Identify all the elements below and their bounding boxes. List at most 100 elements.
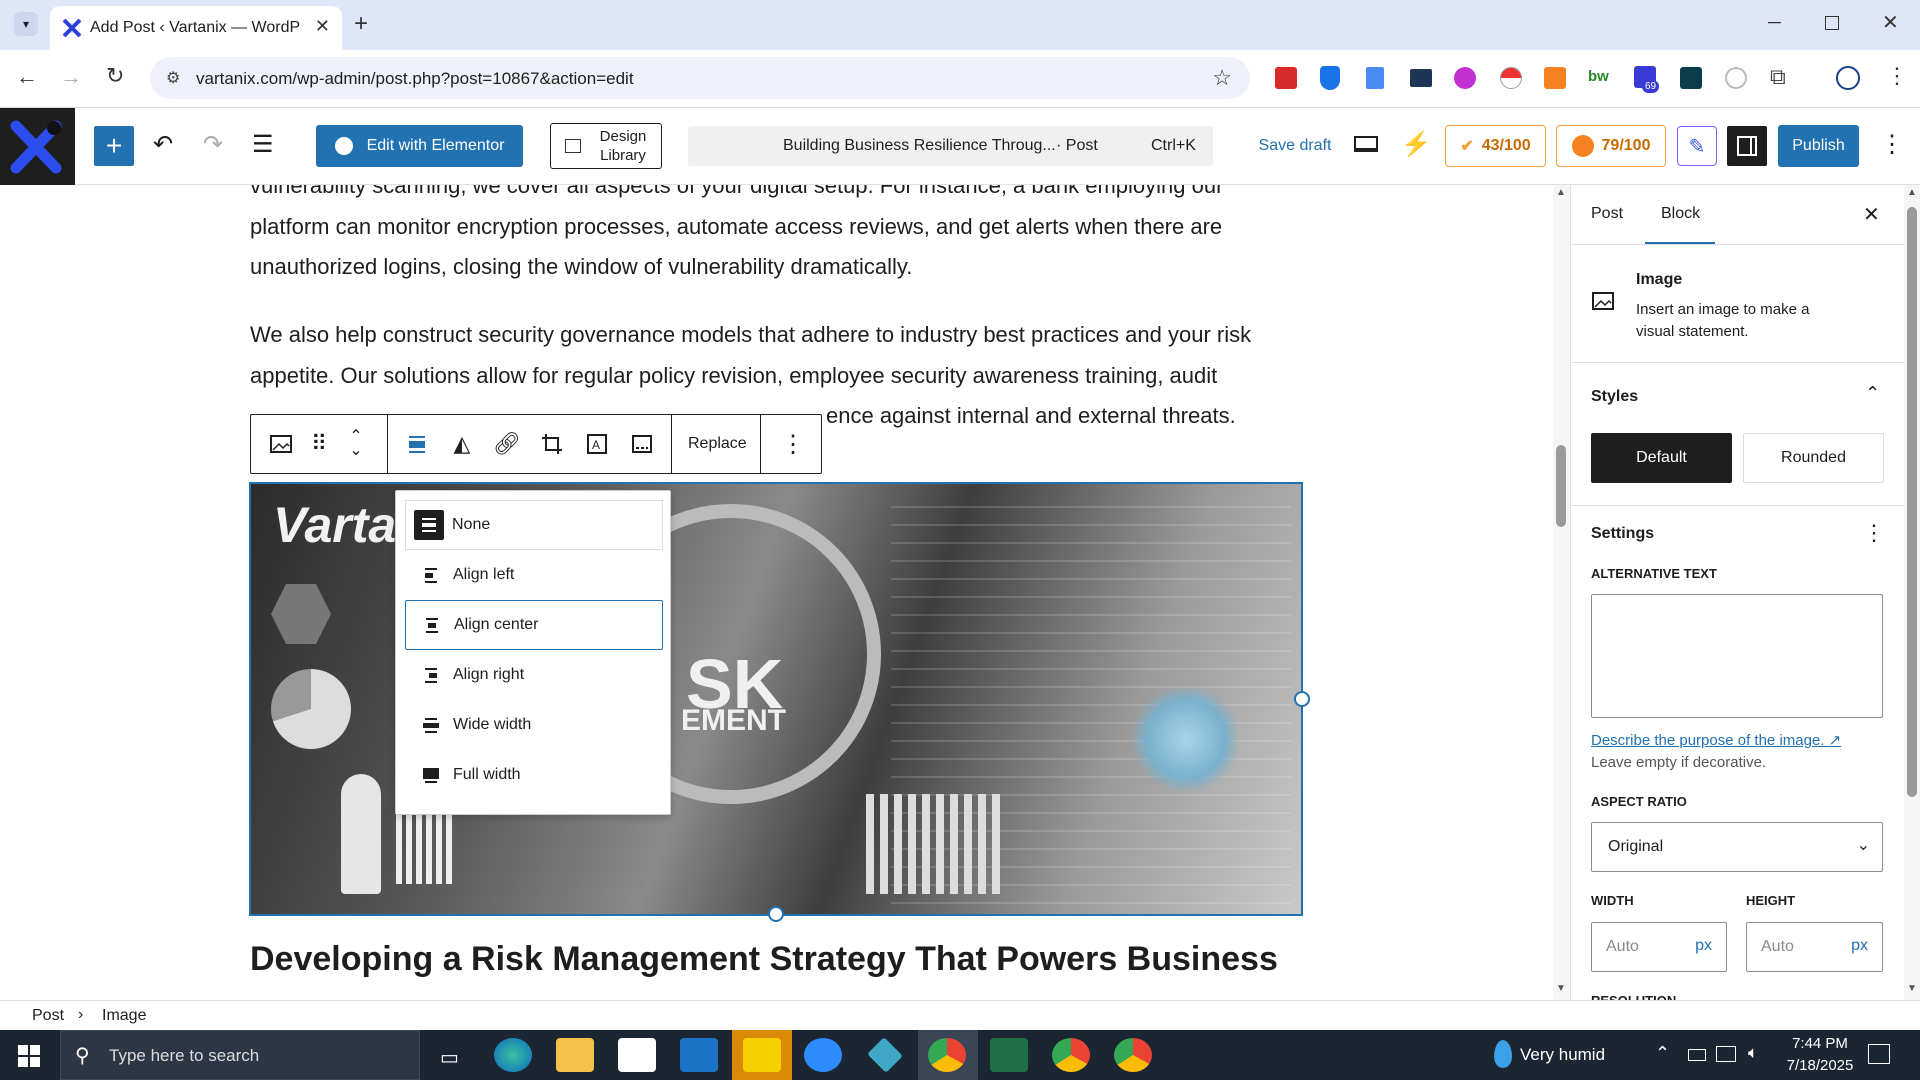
breadcrumb-post[interactable]: Post xyxy=(32,1007,64,1025)
paragraph-block[interactable]: vulnerability scanning, we cover all asp… xyxy=(250,185,1300,288)
redo-icon[interactable]: ↷ xyxy=(203,130,223,159)
undo-icon[interactable]: ↶ xyxy=(153,130,173,159)
browser-tab-active[interactable]: Add Post ‹ Vartanix — WordPre ✕ xyxy=(50,6,342,50)
mail-taskbar-icon[interactable] xyxy=(680,1038,718,1072)
preview-icon[interactable] xyxy=(1354,136,1378,152)
close-window-icon[interactable]: ✕ xyxy=(1882,10,1899,35)
battery-icon[interactable] xyxy=(1688,1049,1706,1061)
edit-with-elementor-button[interactable]: Edit with Elementor xyxy=(316,125,523,167)
chrome-taskbar-icon[interactable] xyxy=(928,1038,966,1072)
block-options-icon[interactable]: ⋮ xyxy=(781,430,805,459)
style-rounded-button[interactable]: Rounded xyxy=(1743,433,1884,483)
edge-taskbar-icon[interactable] xyxy=(494,1038,532,1072)
align-icon[interactable] xyxy=(403,430,431,458)
align-option-full[interactable]: Full width xyxy=(405,750,663,800)
reload-icon[interactable]: ↻ xyxy=(106,63,124,89)
compass-extension-icon[interactable] xyxy=(1725,67,1747,89)
align-option-wide[interactable]: Wide width xyxy=(405,700,663,750)
seo-score-button[interactable]: ✔ 43/100 xyxy=(1445,125,1546,167)
alt-text-input[interactable] xyxy=(1591,594,1883,718)
ai-wand-icon[interactable]: ✎ xyxy=(1677,126,1717,166)
clock-date[interactable]: 7/18/2025 xyxy=(1780,1057,1860,1074)
sidebar-scroll-down-icon[interactable]: ▼ xyxy=(1907,983,1917,994)
shield-extension-icon[interactable] xyxy=(1320,66,1340,90)
network-icon[interactable] xyxy=(1716,1046,1736,1062)
back-icon[interactable]: ← xyxy=(16,64,38,90)
tab-post[interactable]: Post xyxy=(1591,205,1623,223)
options-menu-icon[interactable]: ⋮ xyxy=(1880,130,1904,159)
forward-icon[interactable]: → xyxy=(60,64,82,90)
volume-icon[interactable]: 🔈︎ xyxy=(1748,1043,1758,1063)
readability-score-button[interactable]: 79/100 xyxy=(1556,125,1666,167)
save-draft-button[interactable]: Save draft xyxy=(1240,128,1350,164)
link-icon[interactable]: 🔗︎ xyxy=(493,430,521,458)
sidebar-scrollbar[interactable]: ▲ ▼ xyxy=(1904,185,1920,1000)
move-up-down-icon[interactable]: ⌃ ⌄ xyxy=(342,429,370,459)
design-library-button[interactable]: Design Library xyxy=(550,123,662,169)
close-sidebar-icon[interactable]: ✕ xyxy=(1863,202,1880,227)
resize-handle-right[interactable] xyxy=(1294,691,1310,707)
folder-extension-icon[interactable] xyxy=(1410,69,1432,87)
bw-extension-icon[interactable]: bw xyxy=(1588,68,1609,85)
excel-taskbar-icon[interactable] xyxy=(990,1038,1028,1072)
windows-start-icon[interactable] xyxy=(18,1045,40,1067)
vscode-like-taskbar-icon[interactable] xyxy=(867,1037,903,1073)
chevron-up-icon[interactable]: ⌃ xyxy=(1865,383,1880,404)
scroll-down-icon[interactable]: ▼ xyxy=(1556,983,1566,994)
align-option-center[interactable]: Align center xyxy=(405,600,663,650)
color-extension-icon[interactable] xyxy=(1454,67,1476,89)
file-explorer-taskbar-icon[interactable] xyxy=(556,1038,594,1072)
command-palette-button[interactable]: Building Business Resilience Throug... ·… xyxy=(688,126,1213,166)
tab-block[interactable]: Block xyxy=(1661,205,1700,223)
site-logo-icon[interactable] xyxy=(0,108,75,185)
resize-handle-bottom[interactable] xyxy=(768,906,784,922)
settings-options-icon[interactable]: ⋮ xyxy=(1863,520,1885,546)
width-input[interactable]: Auto px xyxy=(1591,922,1727,972)
scroll-up-icon[interactable]: ▲ xyxy=(1556,187,1566,198)
crop-icon[interactable] xyxy=(538,430,566,458)
bookmark-star-icon[interactable]: ☆ xyxy=(1212,65,1232,91)
scrollbar-thumb[interactable] xyxy=(1556,445,1566,527)
extensions-puzzle-icon[interactable]: ⧉ xyxy=(1770,64,1786,90)
orange-extension-icon[interactable] xyxy=(1544,67,1566,89)
aspect-ratio-select[interactable]: Original ⌄ xyxy=(1591,822,1883,872)
height-unit[interactable]: px xyxy=(1851,937,1868,955)
react-extension-icon[interactable] xyxy=(1680,67,1702,89)
chrome-profile3-taskbar-icon[interactable] xyxy=(1114,1038,1152,1072)
taskbar-search[interactable]: ⚲ Type here to search xyxy=(60,1030,420,1080)
task-view-icon[interactable]: ▭ xyxy=(440,1045,459,1070)
canvas-scrollbar[interactable]: ▲ ▼ xyxy=(1553,185,1570,1000)
minimize-icon[interactable]: ─ xyxy=(1768,12,1781,33)
docs-extension-icon[interactable] xyxy=(1366,67,1384,89)
document-overview-icon[interactable]: ☰ xyxy=(252,130,274,159)
pokeball-extension-icon[interactable] xyxy=(1500,67,1522,89)
chrome-profile2-taskbar-icon[interactable] xyxy=(1052,1038,1090,1072)
text-overlay-icon[interactable]: A xyxy=(583,430,611,458)
settings-sidebar-toggle-icon[interactable] xyxy=(1727,126,1767,166)
address-bar[interactable]: ⚙ vartanix.com/wp-admin/post.php?post=10… xyxy=(150,57,1250,99)
store-taskbar-icon[interactable] xyxy=(618,1038,656,1072)
style-default-button[interactable]: Default xyxy=(1591,433,1732,483)
site-info-icon[interactable]: ⚙ xyxy=(166,68,180,88)
sticky-notes-taskbar-icon[interactable] xyxy=(743,1038,781,1072)
image-block-type-icon[interactable] xyxy=(267,430,295,458)
styles-panel-title[interactable]: Styles xyxy=(1591,388,1638,406)
align-option-none[interactable]: None xyxy=(405,500,663,550)
height-input[interactable]: Auto px xyxy=(1746,922,1883,972)
width-unit[interactable]: px xyxy=(1695,937,1712,955)
clock-time[interactable]: 7:44 PM xyxy=(1785,1035,1855,1052)
weather-text[interactable]: Very humid xyxy=(1520,1045,1605,1065)
add-block-button[interactable]: + xyxy=(94,126,134,166)
restore-icon[interactable] xyxy=(1825,16,1839,30)
weather-drop-icon[interactable] xyxy=(1494,1040,1512,1068)
sidebar-scroll-up-icon[interactable]: ▲ xyxy=(1907,187,1917,198)
new-tab-icon[interactable]: + xyxy=(354,10,368,38)
tray-chevron-up-icon[interactable]: ⌃ xyxy=(1655,1043,1670,1064)
acrobat-extension-icon[interactable] xyxy=(1275,67,1297,89)
speed-icon[interactable]: ⚡ xyxy=(1401,130,1431,159)
tab-list-dropdown-icon[interactable]: ▾ xyxy=(14,12,38,36)
profile-icon[interactable] xyxy=(1836,66,1860,90)
duotone-filter-icon[interactable]: ◭ xyxy=(448,430,476,458)
align-option-right[interactable]: Align right xyxy=(405,650,663,700)
sidebar-scrollbar-thumb[interactable] xyxy=(1907,207,1917,797)
